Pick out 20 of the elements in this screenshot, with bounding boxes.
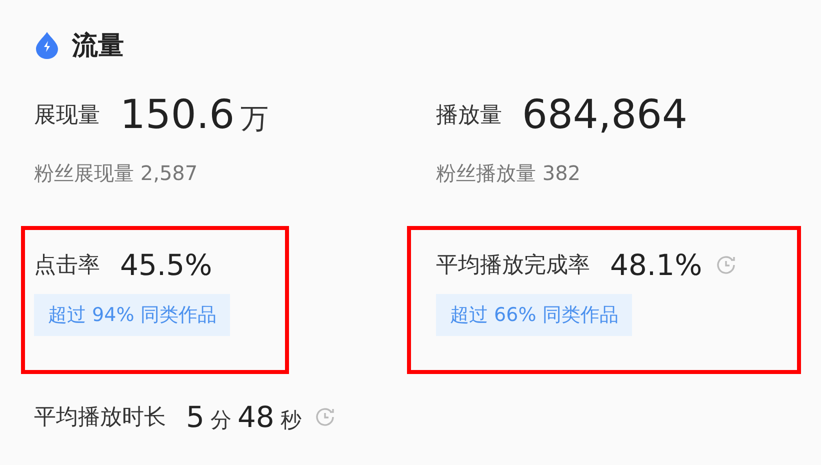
metric-label: 播放量 [436, 102, 502, 130]
metric-value: 150.6 [120, 92, 235, 138]
metric-value: 684,864 [522, 92, 688, 138]
metric-label: 点击率 [34, 252, 100, 280]
metric-unit: 万 [240, 101, 269, 137]
metric-value: 5 [186, 400, 204, 434]
comparison-badge: 超过 94% 同类作品 [34, 294, 230, 336]
metric-label: 展现量 [34, 102, 100, 130]
lightning-drop-icon [34, 31, 60, 59]
metric-subtext: 粉丝展现量 2,587 [34, 160, 198, 187]
metric-value: 45.5% [120, 248, 212, 282]
section-title: 流量 [72, 30, 124, 62]
metric-value: 48.1% [610, 248, 702, 282]
metric-unit: 分 [210, 407, 232, 434]
metric-value: 48 [237, 400, 274, 434]
metric-label: 平均播放时长 [34, 404, 166, 432]
metric-unit: 秒 [280, 407, 302, 434]
comparison-badge: 超过 66% 同类作品 [436, 294, 632, 336]
metric-subtext: 粉丝播放量 382 [436, 160, 581, 187]
metric-label: 平均播放完成率 [436, 252, 590, 280]
